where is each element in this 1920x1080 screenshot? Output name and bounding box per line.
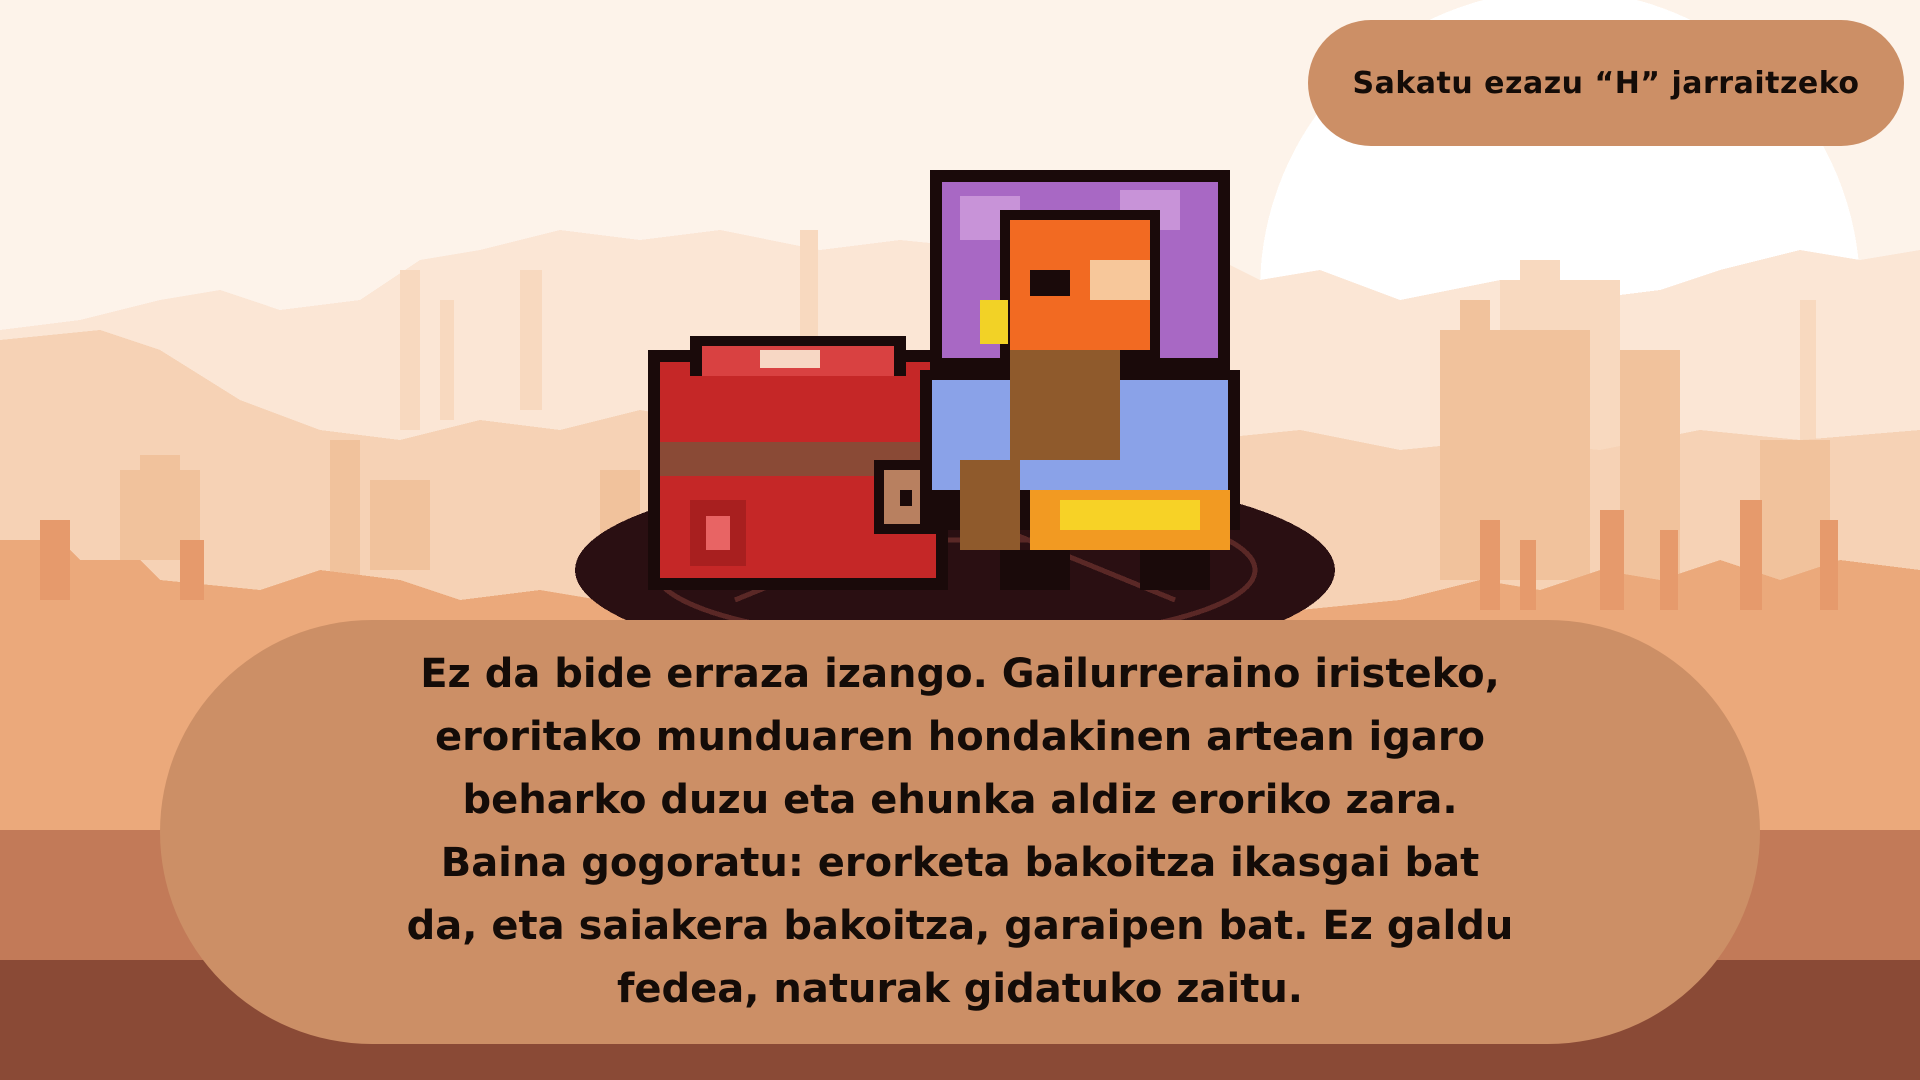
- dialog-text: Ez da bide erraza izango. Gailurreraino …: [406, 651, 1514, 1012]
- dialog-box: Ez da bide erraza izango. Gailurreraino …: [160, 620, 1760, 1044]
- treasure-chest: [648, 336, 948, 590]
- merchant-character: [920, 170, 1240, 590]
- continue-hint: Sakatu ezazu “H” jarraitzeko: [1308, 20, 1904, 146]
